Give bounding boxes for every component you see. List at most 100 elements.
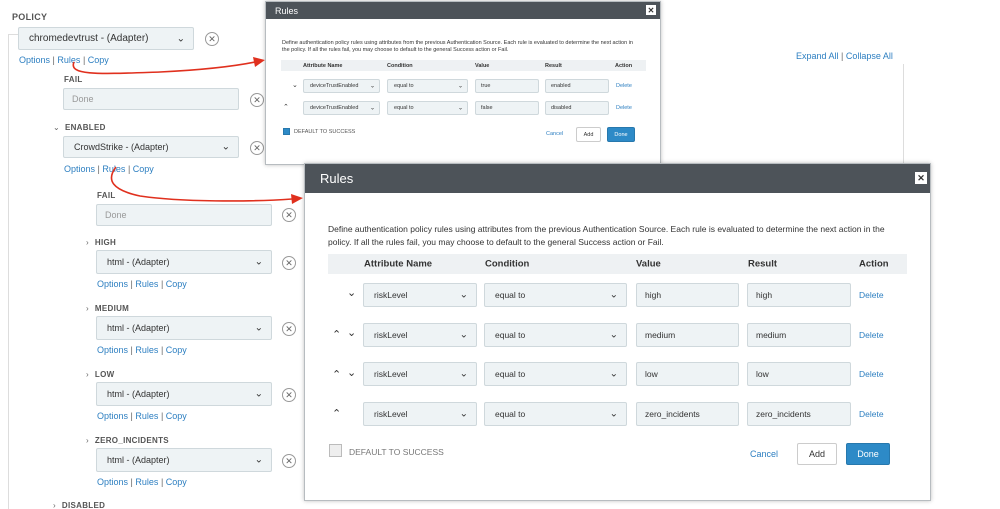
- copy-link[interactable]: Copy: [166, 345, 187, 355]
- chevron-down-icon: ⌄: [221, 141, 230, 153]
- policy-frame-line: [903, 64, 904, 169]
- large-row-attribute-select[interactable]: riskLevel ⌄: [363, 402, 477, 426]
- rules-link[interactable]: Rules: [135, 411, 158, 421]
- move-down-icon[interactable]: ⌄: [347, 366, 356, 379]
- move-down-icon[interactable]: ⌄: [347, 286, 356, 299]
- large-row-delete-link[interactable]: Delete: [859, 369, 884, 379]
- options-link[interactable]: Options: [19, 55, 50, 65]
- move-up-icon[interactable]: ⌃: [283, 103, 289, 111]
- large-add-button[interactable]: Add: [797, 443, 837, 465]
- remove-enabled-adapter-icon[interactable]: ✕: [250, 141, 264, 155]
- remove-fail-icon[interactable]: ✕: [250, 93, 264, 107]
- large-row-delete-link[interactable]: Delete: [859, 409, 884, 419]
- move-up-icon[interactable]: ⌃: [332, 407, 341, 420]
- branch-adapter-select-high[interactable]: html - (Adapter) ⌄: [96, 250, 272, 274]
- branch-adapter-select-low[interactable]: html - (Adapter) ⌄: [96, 382, 272, 406]
- small-row-attribute-select[interactable]: deviceTrustEnabled ⌄: [303, 101, 380, 115]
- copy-link[interactable]: Copy: [133, 164, 154, 174]
- expand-all-link[interactable]: Expand All: [796, 51, 839, 61]
- small-add-button[interactable]: Add: [576, 127, 601, 142]
- large-row-result-input[interactable]: low: [747, 362, 851, 386]
- small-default-success-checkbox[interactable]: [283, 128, 290, 135]
- copy-link[interactable]: Copy: [166, 477, 187, 487]
- large-row-attribute-select[interactable]: riskLevel ⌄: [363, 283, 477, 307]
- small-done-button[interactable]: Done: [607, 127, 635, 142]
- copy-link[interactable]: Copy: [166, 279, 187, 289]
- rules-link[interactable]: Rules: [135, 345, 158, 355]
- large-cancel-link[interactable]: Cancel: [750, 449, 778, 459]
- copy-link[interactable]: Copy: [88, 55, 109, 65]
- large-row-condition-select[interactable]: equal to ⌄: [484, 362, 627, 386]
- remove-low-adapter-icon[interactable]: ✕: [282, 388, 296, 402]
- small-row-value-input[interactable]: true: [475, 79, 539, 93]
- small-row-attribute-select[interactable]: deviceTrustEnabled ⌄: [303, 79, 380, 93]
- small-row-delete-link[interactable]: Delete: [616, 83, 632, 89]
- enabled-adapter-select[interactable]: CrowdStrike - (Adapter) ⌄: [63, 136, 239, 158]
- large-done-button[interactable]: Done: [846, 443, 890, 465]
- options-link[interactable]: Options: [97, 279, 128, 289]
- fail-label: FAIL: [64, 75, 83, 84]
- chevron-down-icon: ⌄: [457, 83, 463, 90]
- options-link[interactable]: Options: [64, 164, 95, 174]
- remove-nested-fail-icon[interactable]: ✕: [282, 208, 296, 222]
- large-row-value-input[interactable]: zero_incidents: [636, 402, 739, 426]
- options-link[interactable]: Options: [97, 477, 128, 487]
- root-adapter-links: Options | Rules | Copy: [19, 55, 109, 65]
- small-cancel-link[interactable]: Cancel: [546, 131, 563, 137]
- small-row-value-input[interactable]: false: [475, 101, 539, 115]
- chevron-down-icon: ⌄: [459, 329, 468, 341]
- chevron-down-icon: ⌄: [369, 83, 375, 90]
- options-link[interactable]: Options: [97, 345, 128, 355]
- options-link[interactable]: Options: [97, 411, 128, 421]
- enabled-branch-header[interactable]: ⌄ ENABLED: [53, 123, 106, 132]
- rules-link[interactable]: Rules: [102, 164, 125, 174]
- copy-link[interactable]: Copy: [166, 411, 187, 421]
- small-row-condition-select[interactable]: equal to ⌄: [387, 79, 468, 93]
- root-adapter-select[interactable]: chromedevtrust - (Adapter) ⌄: [18, 27, 194, 50]
- remove-root-adapter-icon[interactable]: ✕: [205, 32, 219, 46]
- move-up-icon[interactable]: ⌃: [332, 328, 341, 341]
- small-row-result-input[interactable]: enabled: [545, 79, 609, 93]
- close-icon[interactable]: ✕: [646, 5, 656, 15]
- branch-header-low[interactable]: › LOW: [86, 370, 114, 379]
- large-row-attribute-select[interactable]: riskLevel ⌄: [363, 362, 477, 386]
- small-row-delete-link[interactable]: Delete: [616, 105, 632, 111]
- large-row-condition-select[interactable]: equal to ⌄: [484, 283, 627, 307]
- rules-link[interactable]: Rules: [135, 279, 158, 289]
- large-row-result-input[interactable]: high: [747, 283, 851, 307]
- large-row-condition-select[interactable]: equal to ⌄: [484, 402, 627, 426]
- large-default-success-checkbox[interactable]: [329, 444, 342, 457]
- remove-high-adapter-icon[interactable]: ✕: [282, 256, 296, 270]
- chevron-down-icon: ⌄: [609, 289, 618, 301]
- move-up-icon[interactable]: ⌃: [332, 368, 341, 381]
- rules-link[interactable]: Rules: [135, 477, 158, 487]
- policy-frame-line: [8, 34, 9, 509]
- large-row-result-input[interactable]: medium: [747, 323, 851, 347]
- rules-link[interactable]: Rules: [57, 55, 80, 65]
- large-row-condition-select[interactable]: equal to ⌄: [484, 323, 627, 347]
- large-row-value-input[interactable]: high: [636, 283, 739, 307]
- chevron-down-icon: ⌄: [369, 105, 375, 112]
- branch-header-zero-incidents[interactable]: › ZERO_INCIDENTS: [86, 436, 169, 445]
- large-row-delete-link[interactable]: Delete: [859, 290, 884, 300]
- move-down-icon[interactable]: ⌄: [292, 81, 298, 89]
- remove-zero-incidents-adapter-icon[interactable]: ✕: [282, 454, 296, 468]
- large-row-delete-link[interactable]: Delete: [859, 330, 884, 340]
- branch-header-medium[interactable]: › MEDIUM: [86, 304, 129, 313]
- remove-medium-adapter-icon[interactable]: ✕: [282, 322, 296, 336]
- branch-adapter-select-medium[interactable]: html - (Adapter) ⌄: [96, 316, 272, 340]
- small-row-result-input[interactable]: disabled: [545, 101, 609, 115]
- branch-header-high[interactable]: › HIGH: [86, 238, 116, 247]
- move-down-icon[interactable]: ⌄: [347, 326, 356, 339]
- branch-adapter-select-zero-incidents[interactable]: html - (Adapter) ⌄: [96, 448, 272, 472]
- large-row-value-input[interactable]: medium: [636, 323, 739, 347]
- collapse-all-link[interactable]: Collapse All: [846, 51, 893, 61]
- small-row-condition-select[interactable]: equal to ⌄: [387, 101, 468, 115]
- disabled-branch-header[interactable]: › DISABLED: [53, 501, 105, 509]
- close-icon[interactable]: ✕: [915, 172, 927, 184]
- chevron-right-icon: ›: [53, 501, 56, 509]
- large-row-result-input[interactable]: zero_incidents: [747, 402, 851, 426]
- fail-action-field: Done: [63, 88, 239, 110]
- large-row-value-input[interactable]: low: [636, 362, 739, 386]
- large-row-attribute-select[interactable]: riskLevel ⌄: [363, 323, 477, 347]
